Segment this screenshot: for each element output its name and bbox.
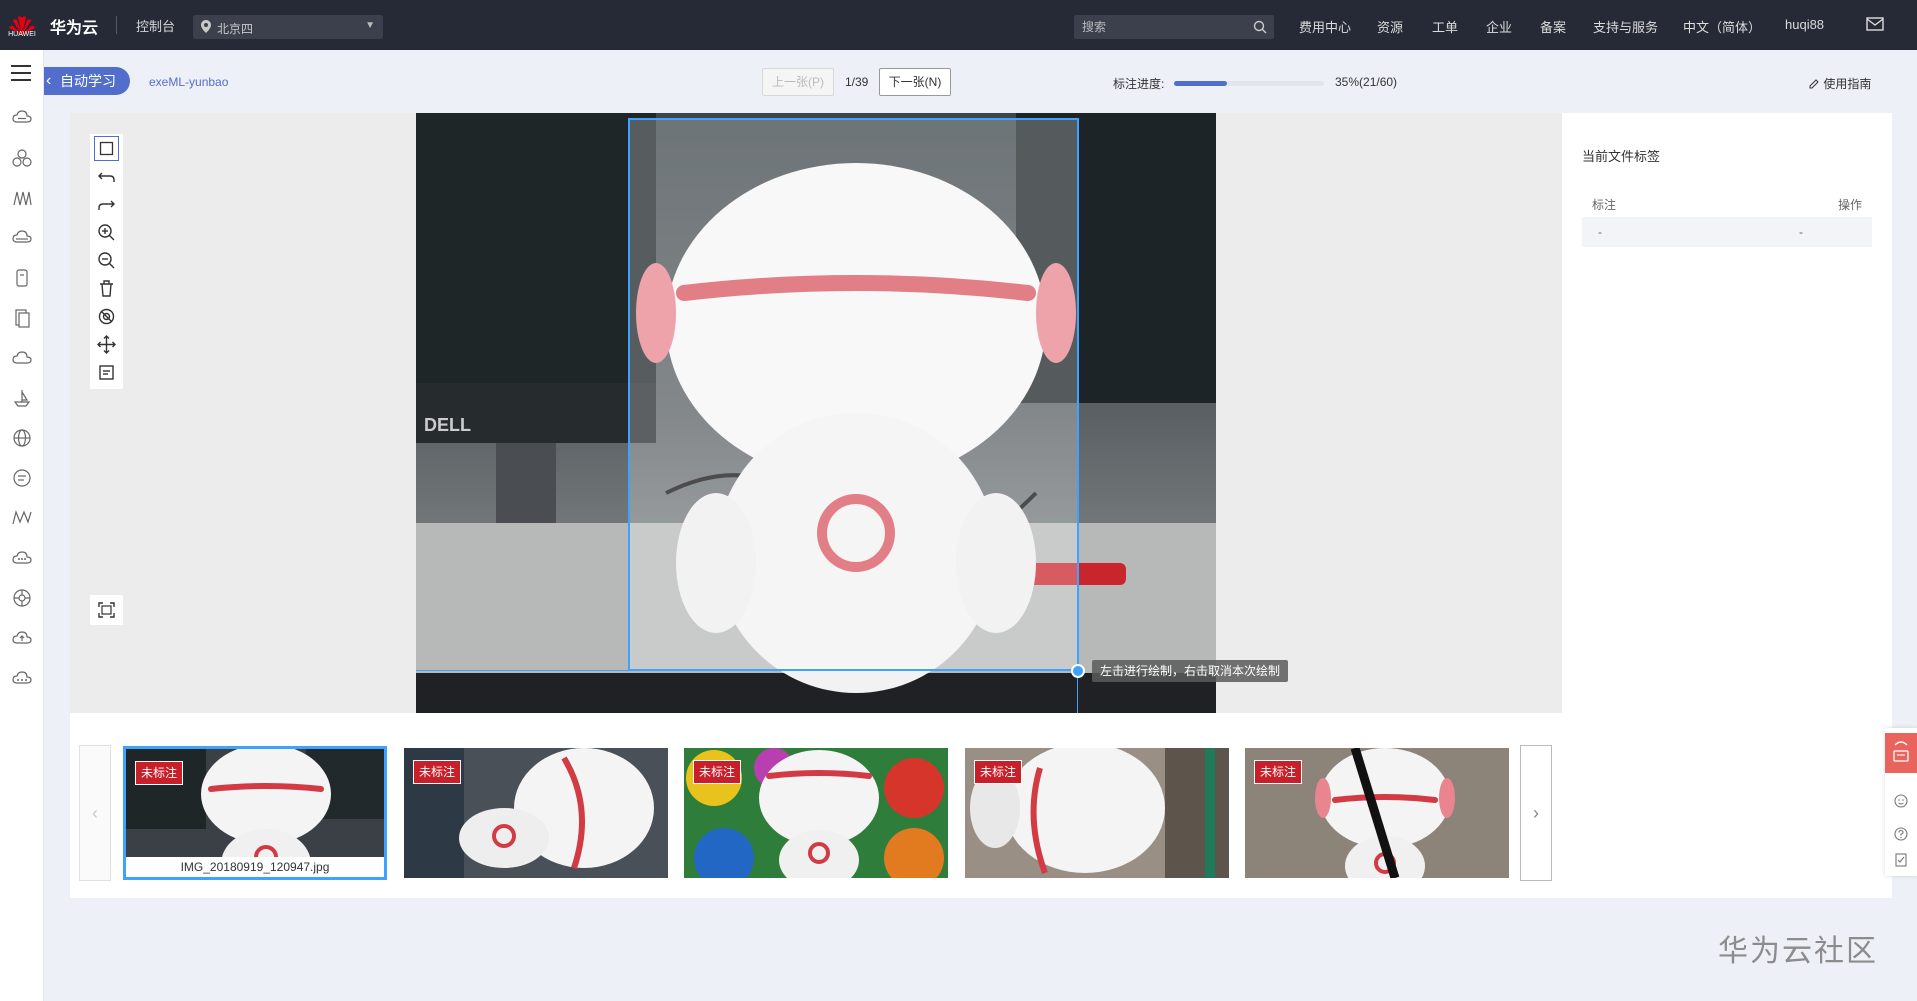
left-sidebar — [0, 50, 44, 1001]
project-name[interactable]: exeML-yunbao — [149, 75, 228, 89]
edit-icon — [1809, 79, 1819, 89]
feedback-icon[interactable] — [1893, 793, 1909, 809]
chevron-left-icon[interactable]: ‹ — [79, 745, 111, 881]
guide-label: 使用指南 — [1823, 77, 1872, 91]
ship-icon[interactable] — [11, 387, 33, 409]
thumbnail-item[interactable]: 未标注 — [965, 748, 1229, 878]
bounding-box[interactable] — [628, 118, 1079, 671]
back-auto-learning-button[interactable]: ‹ 自动学习 — [44, 67, 130, 95]
back-label: 自动学习 — [60, 73, 116, 89]
delete-icon[interactable] — [94, 276, 119, 301]
cloud-more-icon[interactable] — [11, 667, 33, 689]
chevron-down-icon: ▼ — [365, 20, 375, 31]
chevron-left-icon: ‹ — [46, 72, 52, 89]
col-label: 标注 — [1592, 198, 1617, 212]
menu-icon[interactable] — [11, 65, 31, 81]
col-action: 操作 — [1837, 198, 1862, 212]
thumbnail-item[interactable]: 未标注 IMG_20180919_120947.jpg — [123, 746, 387, 880]
online-service-button[interactable] — [1885, 733, 1917, 773]
progress-label: 标注进度: — [1113, 77, 1165, 91]
region-select[interactable]: 北京四 ▼ — [193, 15, 383, 39]
storage-icon[interactable] — [11, 267, 33, 289]
search-box[interactable] — [1074, 15, 1274, 39]
brand-name[interactable]: 华为云 — [50, 14, 98, 38]
nav-user[interactable]: huqi88 — [1785, 17, 1824, 32]
unlabeled-tag: 未标注 — [135, 761, 184, 785]
console-link[interactable]: 控制台 — [136, 16, 175, 35]
modelarts-icon[interactable] — [11, 507, 33, 529]
globe-icon[interactable] — [11, 427, 33, 449]
fit-label-icon[interactable] — [94, 360, 119, 385]
move-icon[interactable] — [94, 332, 119, 357]
survey-icon[interactable] — [1893, 852, 1909, 868]
logo-text: HUAWEI — [8, 31, 36, 38]
cloud-service-icon[interactable] — [11, 547, 33, 569]
fullscreen-button[interactable] — [90, 595, 123, 625]
nav-tickets[interactable]: 工单 — [1432, 17, 1458, 36]
svg-text:DELL: DELL — [424, 415, 471, 435]
top-navigation-bar: HUAWEI 华为云 控制台 北京四 ▼ 费用中心 资源 工单 企业 备案 支持… — [0, 0, 1917, 50]
resize-handle[interactable] — [1071, 664, 1085, 678]
cluster-icon[interactable] — [11, 147, 33, 169]
zoom-in-icon[interactable] — [94, 220, 119, 245]
region-value: 北京四 — [217, 22, 254, 36]
drawing-tooltip: 左击进行绘制，右击取消本次绘制 — [1092, 660, 1289, 682]
label-table-header: 标注 操作 — [1582, 193, 1872, 213]
panel-title: 当前文件标签 — [1582, 149, 1661, 164]
unlabeled-tag: 未标注 — [974, 760, 1023, 784]
label-panel: 当前文件标签 标注 操作 - - — [1562, 113, 1892, 713]
redo-icon[interactable] — [94, 192, 119, 217]
thumbnail-item[interactable]: 未标注 — [684, 748, 948, 878]
user-guide-link[interactable]: 使用指南 — [1808, 75, 1871, 92]
search-input[interactable] — [1082, 19, 1242, 35]
progress-bar — [1174, 81, 1324, 86]
thumbnail-item[interactable]: 未标注 — [1245, 748, 1509, 878]
next-image-button[interactable]: 下一张(N) — [879, 68, 951, 96]
crosshair-horizontal — [416, 670, 1076, 671]
label-table-row: - - — [1582, 217, 1872, 247]
zoom-out-icon[interactable] — [94, 248, 119, 273]
customer-service-icon — [1893, 741, 1909, 762]
row-action: - — [1799, 225, 1803, 239]
chat-icon[interactable] — [11, 467, 33, 489]
unlabeled-tag: 未标注 — [693, 760, 742, 784]
document-icon[interactable] — [11, 307, 33, 329]
hide-icon[interactable] — [94, 304, 119, 329]
cloud-compute-icon[interactable] — [11, 347, 33, 369]
nav-icp[interactable]: 备案 — [1540, 17, 1566, 36]
model-icon[interactable] — [11, 187, 33, 209]
rectangle-icon[interactable] — [94, 136, 119, 161]
page-indicator: 1/39 — [845, 75, 869, 89]
thumbnail-filename: IMG_20180919_120947.jpg — [126, 857, 384, 877]
row-label: - — [1598, 225, 1602, 239]
undo-icon[interactable] — [94, 164, 119, 189]
nav-support[interactable]: 支持与服务 — [1593, 17, 1658, 36]
nav-enterprise[interactable]: 企业 — [1486, 17, 1512, 36]
progress-text: 35%(21/60) — [1335, 75, 1398, 89]
community-watermark: 华为云社区 — [1718, 935, 1878, 968]
progress-fill — [1174, 81, 1227, 86]
nav-billing[interactable]: 费用中心 — [1299, 17, 1351, 36]
divider — [116, 16, 117, 34]
nav-resources[interactable]: 资源 — [1377, 17, 1403, 36]
network-icon[interactable] — [11, 587, 33, 609]
search-icon[interactable] — [1252, 19, 1268, 35]
location-pin-icon — [201, 20, 211, 34]
previous-image-button[interactable]: 上一张(P) — [762, 68, 834, 96]
help-icon[interactable] — [1893, 826, 1909, 842]
unlabeled-tag: 未标注 — [1254, 760, 1303, 784]
database-icon[interactable] — [11, 227, 33, 249]
cloud-upload-icon[interactable] — [11, 627, 33, 649]
fullscreen-icon — [98, 602, 115, 618]
thumbnail-item[interactable]: 未标注 — [404, 748, 668, 878]
mail-icon[interactable] — [1866, 16, 1884, 32]
cloud-icon[interactable] — [11, 107, 33, 129]
unlabeled-tag: 未标注 — [413, 760, 462, 784]
annotation-toolbar — [90, 134, 123, 389]
nav-language[interactable]: 中文（简体） — [1683, 17, 1761, 36]
chevron-right-icon[interactable]: › — [1520, 745, 1552, 881]
